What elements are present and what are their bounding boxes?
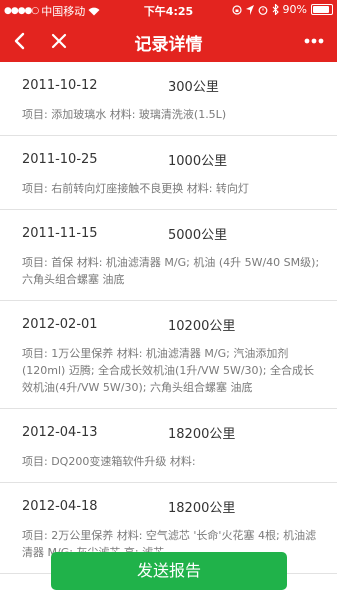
- record-details: 项目: DQ200变速箱软件升级 材料:: [22, 455, 196, 468]
- record-mileage: 18200公里: [168, 500, 236, 516]
- record-date: 2012-04-18: [22, 498, 98, 514]
- record-mileage: 300公里: [168, 79, 219, 95]
- battery-percent: 90%: [282, 3, 307, 16]
- more-dots-icon: [304, 38, 324, 44]
- list-item: 2012-02-01 10200公里 项目: 1万公里保养 材料: 机油滤清器 …: [0, 301, 337, 409]
- nav-bar: 记录详情: [0, 20, 337, 62]
- send-report-button[interactable]: 发送报告: [51, 552, 287, 590]
- more-button[interactable]: [301, 28, 327, 54]
- battery-icon: [311, 4, 333, 15]
- record-mileage: 18200公里: [168, 426, 236, 442]
- record-details: 项目: 右前转向灯座接触不良更换 材料: 转向灯: [22, 182, 249, 195]
- bluetooth-icon: [272, 4, 279, 15]
- status-right: 90%: [231, 3, 333, 16]
- list-item: 2011-11-15 5000公里 项目: 首保 材料: 机油滤清器 M/G; …: [0, 210, 337, 301]
- alarm-icon: [258, 5, 267, 15]
- list-item: 2011-10-25 1000公里 项目: 右前转向灯座接触不良更换 材料: 转…: [0, 136, 337, 210]
- status-bar: ●●●●○ 中国移动 下午4:25 90%: [0, 0, 337, 20]
- record-details: 项目: 首保 材料: 机油滤清器 M/G; 机油 (4升 5W/40 SM级);…: [22, 256, 320, 286]
- list-item: 2012-04-13 18200公里 项目: DQ200变速箱软件升级 材料:: [0, 409, 337, 483]
- record-mileage: 1000公里: [168, 153, 228, 169]
- record-date: 2012-04-13: [22, 424, 98, 440]
- record-details: 项目: 1万公里保养 材料: 机油滤清器 M/G; 汽油添加剂(120ml) 迈…: [22, 347, 315, 394]
- lock-rotation-icon: [231, 4, 242, 15]
- record-date: 2011-10-25: [22, 151, 98, 167]
- page-title: 记录详情: [134, 35, 203, 55]
- record-list[interactable]: 2011-10-12 300公里 项目: 添加玻璃水 材料: 玻璃清洗液(1.5…: [0, 62, 337, 574]
- record-date: 2011-10-12: [22, 77, 98, 93]
- record-date: 2012-02-01: [22, 316, 98, 332]
- record-mileage: 5000公里: [168, 227, 228, 243]
- record-date: 2011-11-15: [22, 225, 98, 241]
- list-item: 2011-10-12 300公里 项目: 添加玻璃水 材料: 玻璃清洗液(1.5…: [0, 62, 337, 136]
- location-icon: [245, 4, 254, 15]
- record-mileage: 10200公里: [168, 318, 236, 334]
- record-details: 项目: 添加玻璃水 材料: 玻璃清洗液(1.5L): [22, 108, 227, 121]
